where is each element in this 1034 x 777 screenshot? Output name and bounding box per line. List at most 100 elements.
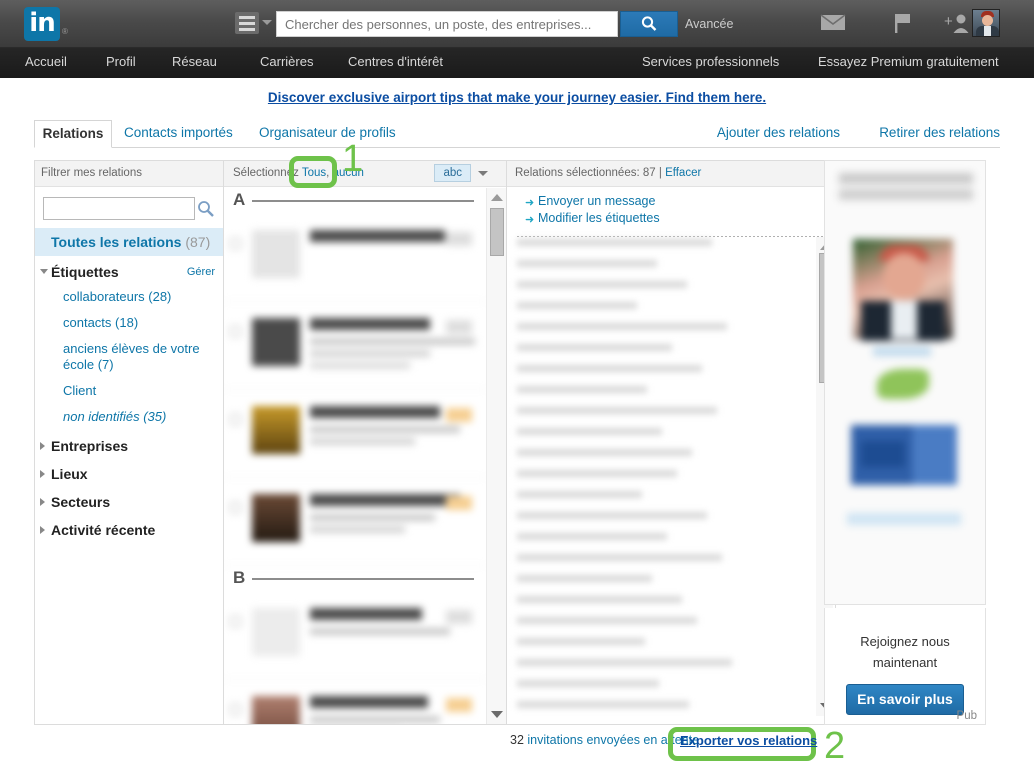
- alpha-divider-b: B: [224, 566, 486, 592]
- tag-item-non-identifies[interactable]: non identifiés (35): [35, 404, 223, 430]
- tab-contacts-importes[interactable]: Contacts importés: [124, 125, 233, 140]
- export-relations-link[interactable]: Exporter vos relations: [680, 733, 817, 748]
- select-all-link[interactable]: Tous: [302, 167, 326, 179]
- linkedin-connections-page: in ® Avancée +: [0, 0, 1034, 777]
- tag-item-contacts[interactable]: contacts (18): [35, 310, 223, 336]
- flag-icon[interactable]: [892, 12, 914, 39]
- join-us-ad-panel: Rejoignez nous maintenant En savoir plus…: [824, 608, 986, 725]
- alpha-rule: [252, 200, 474, 202]
- nav-item-services-professionnels[interactable]: Services professionnels: [642, 54, 779, 69]
- selected-count-label: Relations sélectionnées:: [515, 167, 640, 179]
- row-checkbox[interactable]: [230, 238, 241, 249]
- edit-tags-action[interactable]: ➜ Modifier les étiquettes: [525, 211, 835, 226]
- section-activite-recente[interactable]: Activité récente: [35, 514, 223, 542]
- tab-bar: Relations Contacts importés Organisateur…: [34, 120, 1000, 148]
- promo-banner: Discover exclusive airport tips that mak…: [0, 78, 1034, 120]
- tab-relations[interactable]: Relations: [34, 120, 112, 148]
- nav-item-carrieres[interactable]: Carrières: [260, 54, 313, 69]
- row-checkbox[interactable]: [230, 704, 241, 715]
- selected-name-row: [517, 659, 732, 666]
- selected-name-row: [517, 239, 712, 246]
- selected-name-row: [517, 617, 697, 624]
- all-relations-label: Toutes les relations: [51, 234, 182, 250]
- add-connections-link[interactable]: Ajouter des relations: [717, 125, 840, 140]
- connection-row[interactable]: [224, 592, 486, 680]
- selected-name-row: [517, 491, 642, 498]
- row-meta: [310, 362, 410, 369]
- profile-avatar[interactable]: [972, 9, 1000, 37]
- selected-name-row: [517, 386, 647, 393]
- filter-search-area: [35, 187, 223, 228]
- row-badge: [446, 232, 472, 246]
- tag-item-anciens-eleves[interactable]: anciens élèves de votre école (7): [35, 336, 223, 378]
- filter-all-relations[interactable]: Toutes les relations (87): [35, 228, 223, 256]
- connections-list-scrollbar[interactable]: [486, 188, 506, 724]
- row-checkbox[interactable]: [230, 502, 241, 513]
- row-headline: [310, 426, 460, 433]
- triangle-right-icon: [40, 526, 45, 534]
- selected-panel-actions: ➜ Envoyer un message ➜ Modifier les étiq…: [507, 187, 835, 234]
- advanced-search-link[interactable]: Avancée: [685, 17, 733, 31]
- search-button[interactable]: [620, 11, 678, 37]
- section-secteurs[interactable]: Secteurs: [35, 486, 223, 514]
- alpha-letter: B: [233, 568, 246, 587]
- select-separator: ,: [326, 167, 330, 179]
- mail-icon[interactable]: [820, 12, 846, 37]
- connection-row[interactable]: [224, 680, 486, 724]
- clear-selection-link[interactable]: Effacer: [665, 167, 701, 179]
- chevron-down-icon[interactable]: [262, 20, 272, 25]
- ad-footer-link-blurred[interactable]: [847, 513, 961, 525]
- nav-item-essayez-premium[interactable]: Essayez Premium gratuitement: [818, 54, 999, 69]
- menu-hamburger-icon[interactable]: [235, 12, 259, 34]
- add-contact-icon[interactable]: +: [944, 12, 970, 39]
- selected-name-row: [517, 428, 662, 435]
- connections-list-body: A B: [224, 188, 486, 724]
- chevron-down-icon[interactable]: [478, 171, 488, 176]
- nav-item-reseau[interactable]: Réseau: [172, 54, 217, 69]
- filter-search-input[interactable]: [43, 197, 195, 220]
- tag-item-collaborateurs[interactable]: collaborateurs (28): [35, 284, 223, 310]
- send-message-action[interactable]: ➜ Envoyer un message: [525, 194, 835, 209]
- remove-connections-link[interactable]: Retirer des relations: [879, 125, 1000, 140]
- section-etiquettes[interactable]: Étiquettes Gérer: [35, 256, 223, 284]
- row-checkbox[interactable]: [230, 326, 241, 337]
- nav-item-centres-interet[interactable]: Centres d'intérêt: [348, 54, 443, 69]
- manage-tags-link[interactable]: Gérer: [187, 266, 215, 278]
- nav-item-accueil[interactable]: Accueil: [25, 54, 67, 69]
- triangle-right-icon: [40, 470, 45, 478]
- ad-photo: [853, 239, 953, 341]
- nav-item-profil[interactable]: Profil: [106, 54, 136, 69]
- scroll-up-arrow-icon[interactable]: [491, 194, 503, 201]
- row-checkbox[interactable]: [230, 414, 241, 425]
- ad-photo-head: [883, 253, 925, 299]
- section-secteurs-label: Secteurs: [51, 494, 111, 510]
- promo-link[interactable]: Discover exclusive airport tips that mak…: [268, 90, 766, 105]
- scrollbar-thumb[interactable]: [490, 208, 504, 256]
- ad-link-blurred[interactable]: [873, 347, 931, 356]
- advertisement-panel[interactable]: [824, 160, 986, 605]
- selected-names-list: [517, 239, 813, 714]
- select-none-link[interactable]: aucun: [333, 167, 364, 179]
- learn-more-button[interactable]: En savoir plus: [846, 684, 964, 715]
- magnifier-icon[interactable]: [197, 200, 215, 223]
- linkedin-logo[interactable]: in: [24, 7, 60, 41]
- ad-content: [825, 161, 985, 604]
- row-headline: [310, 628, 450, 635]
- scroll-down-arrow-icon[interactable]: [491, 711, 503, 718]
- sort-abc-button[interactable]: abc: [434, 164, 471, 182]
- search-input[interactable]: [276, 11, 618, 37]
- connection-row[interactable]: [224, 478, 486, 566]
- section-entreprises[interactable]: Entreprises: [35, 430, 223, 458]
- pending-invitations-count: 32: [510, 733, 524, 747]
- selected-name-row: [517, 281, 687, 288]
- row-checkbox[interactable]: [230, 616, 241, 627]
- section-lieux[interactable]: Lieux: [35, 458, 223, 486]
- connection-row[interactable]: [224, 214, 486, 302]
- tag-item-client[interactable]: Client: [35, 378, 223, 404]
- connection-row[interactable]: [224, 302, 486, 390]
- selected-name-row: [517, 302, 637, 309]
- edit-tags-label: Modifier les étiquettes: [538, 211, 660, 225]
- pending-invitations-link[interactable]: invitations envoyées en attente: [527, 733, 699, 747]
- tab-organisateur-de-profils[interactable]: Organisateur de profils: [259, 125, 396, 140]
- connection-row[interactable]: [224, 390, 486, 478]
